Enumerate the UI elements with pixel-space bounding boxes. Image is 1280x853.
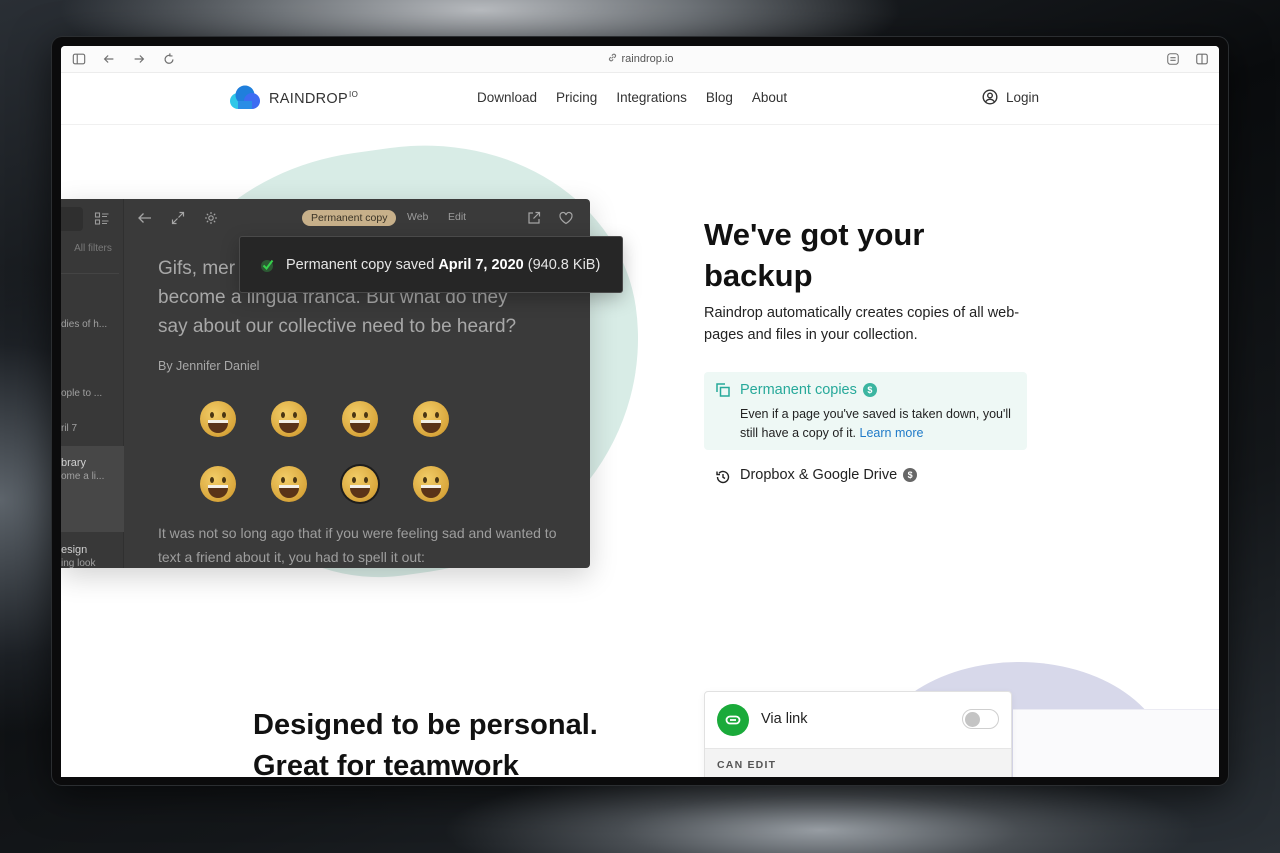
personal-heading: Designed to be personal. Great for teamw… bbox=[253, 709, 598, 777]
browser-toolbar: raindrop.io bbox=[61, 46, 1219, 73]
paid-badge-icon: $ bbox=[862, 383, 877, 397]
sidebar-search[interactable] bbox=[61, 207, 83, 231]
bookmark-excerpt: ome a li... bbox=[61, 471, 105, 482]
tab-edit[interactable]: Edit bbox=[448, 211, 466, 223]
open-external-icon[interactable] bbox=[526, 210, 542, 226]
toast-date: April 7, 2020 bbox=[438, 256, 524, 273]
feature-title: Dropbox & Google Drive $ bbox=[740, 467, 918, 483]
toast-size: (940.8 KiB) bbox=[527, 256, 601, 273]
saved-toast: Permanent copy saved April 7, 2020 (940.… bbox=[239, 236, 623, 293]
grinning-emoji-icon bbox=[342, 401, 378, 437]
raindrop-cloud-icon bbox=[230, 85, 260, 109]
reader-icon[interactable] bbox=[1165, 51, 1181, 67]
logo[interactable]: RAINDROPIO bbox=[229, 85, 358, 111]
link-icon bbox=[607, 52, 618, 63]
via-link-label: Via link bbox=[761, 711, 808, 727]
nav-integrations[interactable]: Integrations bbox=[616, 90, 687, 105]
grinning-emoji-icon bbox=[271, 466, 307, 502]
backup-description: Raindrop automatically creates copies of… bbox=[704, 305, 1020, 343]
link-icon bbox=[717, 704, 749, 736]
via-link-row: Via link bbox=[705, 692, 1011, 749]
bookmark-title: esign bbox=[61, 544, 88, 556]
sharing-panel-background bbox=[1013, 709, 1219, 777]
article-byline: By Jennifer Daniel bbox=[158, 359, 260, 373]
login-button[interactable]: Login bbox=[982, 89, 1039, 105]
browser-window: raindrop.io RAINDROPIO Download Pricing … bbox=[61, 46, 1219, 777]
checkmark-icon bbox=[261, 259, 274, 272]
learn-more-link[interactable]: Learn more bbox=[860, 426, 924, 440]
grinning-emoji-icon bbox=[413, 466, 449, 502]
split-view-icon[interactable] bbox=[1194, 51, 1210, 67]
sidebar-divider bbox=[61, 273, 119, 274]
sidebar-bookmark[interactable]: ril 7 bbox=[61, 423, 77, 434]
back-arrow-icon[interactable] bbox=[137, 210, 153, 226]
feature-title: Permanent copies $ bbox=[740, 382, 877, 398]
nav-pricing[interactable]: Pricing bbox=[556, 90, 597, 105]
expand-icon[interactable] bbox=[170, 210, 186, 226]
article-body: It was not so long ago that if you were … bbox=[158, 525, 557, 565]
paid-badge-icon: $ bbox=[903, 468, 918, 482]
history-icon bbox=[716, 470, 730, 484]
backup-heading: We've got your backup bbox=[704, 217, 925, 293]
toast-text: Permanent copy saved bbox=[286, 256, 435, 273]
copy-icon bbox=[716, 383, 730, 397]
url-text: raindrop.io bbox=[621, 53, 674, 65]
tab-web[interactable]: Web bbox=[407, 211, 428, 223]
sidebar-bookmark[interactable]: dies of h... bbox=[61, 319, 107, 330]
app-sidebar: All filters dies of h... ople to ... ril… bbox=[61, 199, 124, 568]
can-edit-section: CAN EDIT bbox=[705, 749, 1011, 777]
sidebar-bookmark[interactable]: esign ing look bbox=[61, 544, 95, 568]
reader-toolbar: Permanent copy Web Edit bbox=[124, 199, 590, 237]
nav-blog[interactable]: Blog bbox=[706, 90, 733, 105]
address-bar[interactable]: raindrop.io bbox=[61, 52, 1219, 65]
nav-download[interactable]: Download bbox=[477, 90, 537, 105]
tab-permanent-copy[interactable]: Permanent copy bbox=[302, 210, 397, 226]
feature-permanent-copies[interactable]: Permanent copies $ Even if a page you've … bbox=[704, 372, 1027, 450]
logo-text: RAINDROPIO bbox=[269, 89, 359, 107]
nav-about[interactable]: About bbox=[752, 90, 787, 105]
share-card: Via link CAN EDIT bbox=[704, 691, 1012, 777]
grinning-emoji-icon bbox=[413, 401, 449, 437]
all-filters[interactable]: All filters bbox=[61, 243, 121, 254]
heart-icon[interactable] bbox=[558, 210, 574, 226]
via-link-toggle[interactable] bbox=[962, 709, 999, 729]
sidebar-bookmark[interactable]: ople to ... bbox=[61, 388, 102, 399]
list-view-icon[interactable] bbox=[94, 211, 110, 227]
grinning-emoji-icon bbox=[200, 466, 236, 502]
user-circle-icon bbox=[982, 89, 998, 105]
site-header: RAINDROPIO Download Pricing Integrations… bbox=[61, 73, 1219, 125]
bookmark-title: brary bbox=[61, 457, 87, 469]
sidebar-bookmark-active[interactable]: brary ome a li... bbox=[61, 446, 124, 532]
login-label: Login bbox=[1006, 89, 1040, 105]
bookmark-excerpt: ing look bbox=[61, 558, 96, 568]
feature-description: Even if a page you've saved is taken dow… bbox=[740, 407, 1011, 440]
main-nav: Download Pricing Integrations Blog About bbox=[477, 90, 806, 105]
emoji-grid bbox=[200, 401, 449, 502]
grinning-emoji-icon bbox=[200, 401, 236, 437]
grinning-emoji-icon bbox=[342, 466, 378, 502]
settings-gear-icon[interactable] bbox=[203, 210, 219, 226]
grinning-emoji-icon bbox=[271, 401, 307, 437]
